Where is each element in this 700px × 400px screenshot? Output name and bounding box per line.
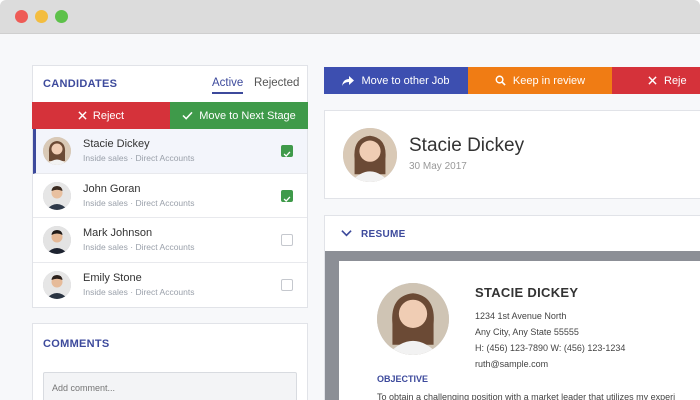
candidate-name: Emily Stone bbox=[83, 271, 142, 284]
resume-objective-text: To obtain a challenging position with a … bbox=[377, 392, 676, 400]
profile-name: Stacie Dickey bbox=[409, 135, 525, 156]
resume-email: ruth@sample.com bbox=[475, 359, 549, 369]
resume-header[interactable]: RESUME bbox=[325, 216, 700, 251]
candidate-name: Stacie Dickey bbox=[83, 138, 150, 150]
avatar bbox=[43, 226, 71, 254]
avatar bbox=[43, 270, 71, 299]
candidate-subtitle: Inside sales · Direct Accounts bbox=[83, 197, 195, 208]
candidate-list: Stacie Dickey Inside sales · Direct Acco… bbox=[33, 129, 307, 307]
reject-button-label: Reject bbox=[92, 109, 125, 122]
reject-candidate-button[interactable]: Reje bbox=[612, 67, 700, 94]
candidate-actions-bar: Move to other Job Keep in review Reje bbox=[324, 67, 700, 94]
candidate-name: John Goran bbox=[83, 182, 141, 195]
woman-avatar-icon bbox=[343, 128, 397, 182]
candidate-checkbox[interactable] bbox=[281, 189, 293, 202]
profile-date: 30 May 2017 bbox=[409, 161, 467, 172]
candidate-checkbox[interactable] bbox=[281, 145, 293, 158]
candidate-row-mark-johnson[interactable]: Mark Johnson Inside sales · Direct Accou… bbox=[33, 218, 307, 263]
man-avatar-icon bbox=[43, 226, 71, 254]
comments-title: COMMENTS bbox=[43, 338, 110, 350]
chevron-down-icon[interactable] bbox=[341, 229, 352, 237]
man-avatar-icon bbox=[43, 270, 71, 299]
window-titlebar bbox=[0, 0, 700, 34]
profile-avatar bbox=[343, 128, 397, 182]
avatar bbox=[43, 181, 71, 210]
minimize-window-button[interactable] bbox=[35, 10, 48, 23]
resume-phone: H: (456) 123-7890 W: (456) 123-1234 bbox=[475, 343, 626, 353]
move-to-other-job-label: Move to other Job bbox=[361, 74, 450, 87]
candidates-header: CANDIDATES Active Rejected bbox=[33, 66, 307, 102]
candidates-panel: CANDIDATES Active Rejected Reject Move t… bbox=[32, 65, 308, 308]
candidates-title: CANDIDATES bbox=[43, 78, 118, 90]
candidate-checkbox[interactable] bbox=[281, 234, 293, 246]
close-icon bbox=[648, 76, 657, 85]
candidate-row-stacie-dickey[interactable]: Stacie Dickey Inside sales · Direct Acco… bbox=[33, 129, 307, 174]
close-window-button[interactable] bbox=[15, 10, 28, 23]
tab-rejected[interactable]: Rejected bbox=[254, 77, 299, 92]
woman-avatar-icon bbox=[43, 137, 71, 165]
candidate-name: Mark Johnson bbox=[83, 227, 153, 239]
search-icon bbox=[495, 75, 506, 86]
profile-card: Stacie Dickey 30 May 2017 bbox=[324, 110, 700, 199]
resume-card: RESUME STACIE DICKEY 1234 1st Avenue Nor… bbox=[324, 215, 700, 400]
resume-objective-title: OBJECTIVE bbox=[377, 374, 429, 384]
resume-viewer: STACIE DICKEY 1234 1st Avenue North Any … bbox=[325, 251, 700, 400]
share-arrow-icon bbox=[342, 75, 355, 86]
resume-address-line-1: 1234 1st Avenue North bbox=[475, 311, 567, 321]
maximize-window-button[interactable] bbox=[55, 10, 68, 23]
resume-photo bbox=[377, 283, 449, 355]
keep-in-review-button[interactable]: Keep in review bbox=[468, 67, 612, 94]
candidate-action-bar: Reject Move to Next Stage bbox=[32, 102, 308, 129]
app-content: CANDIDATES Active Rejected Reject Move t… bbox=[0, 34, 700, 400]
candidate-row-emily-stone[interactable]: Emily Stone Inside sales · Direct Accoun… bbox=[33, 262, 307, 307]
reject-button[interactable]: Reject bbox=[32, 102, 170, 129]
woman-avatar-icon bbox=[377, 283, 449, 355]
close-icon bbox=[78, 111, 87, 120]
candidate-subtitle: Inside sales · Direct Accounts bbox=[83, 153, 195, 163]
checkmark-icon bbox=[283, 195, 291, 202]
man-avatar-icon bbox=[43, 181, 71, 210]
next-stage-button-label: Move to Next Stage bbox=[199, 109, 296, 122]
resume-address-line-2: Any City, Any State 55555 bbox=[475, 327, 579, 337]
move-to-next-stage-button[interactable]: Move to Next Stage bbox=[170, 102, 308, 129]
avatar bbox=[43, 137, 71, 165]
resume-name: STACIE DICKEY bbox=[475, 285, 579, 300]
candidate-subtitle: Inside sales · Direct Accounts bbox=[83, 242, 195, 252]
resume-document: STACIE DICKEY 1234 1st Avenue North Any … bbox=[339, 261, 700, 400]
candidate-subtitle: Inside sales · Direct Accounts bbox=[83, 286, 195, 297]
checkmark-icon bbox=[182, 111, 193, 120]
comment-input[interactable] bbox=[43, 372, 297, 400]
candidate-row-john-goran[interactable]: John Goran Inside sales · Direct Account… bbox=[33, 173, 307, 218]
keep-in-review-label: Keep in review bbox=[512, 74, 586, 87]
checkmark-icon bbox=[283, 151, 291, 158]
move-to-other-job-button[interactable]: Move to other Job bbox=[324, 67, 468, 94]
candidate-checkbox[interactable] bbox=[281, 278, 293, 291]
resume-title: RESUME bbox=[361, 229, 406, 240]
reject-candidate-label: Reje bbox=[664, 74, 687, 87]
tab-active[interactable]: Active bbox=[212, 77, 244, 94]
comments-panel: COMMENTS bbox=[32, 323, 308, 400]
